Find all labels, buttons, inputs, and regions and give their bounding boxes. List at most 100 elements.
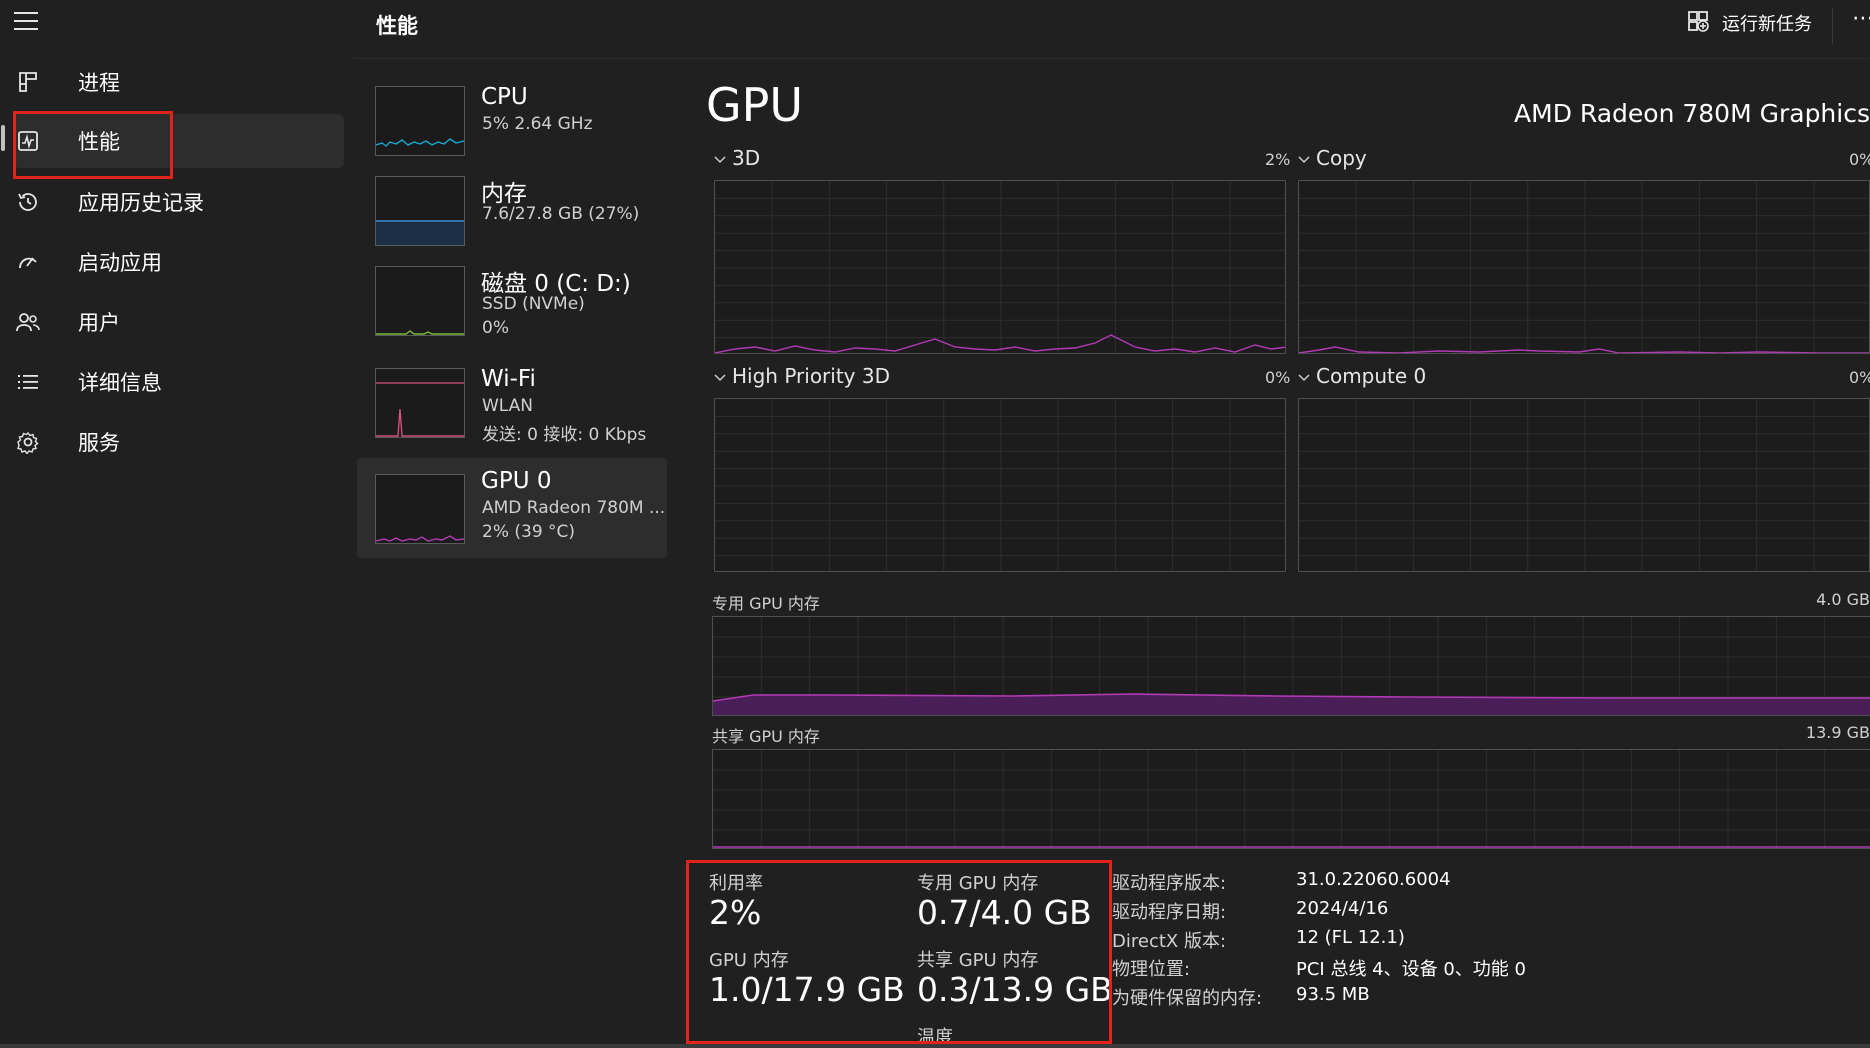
engine-selector-3d[interactable]: 3D [714, 146, 760, 170]
perf-item-detail: AMD Radeon 780M ... [482, 498, 666, 518]
disk-thumbnail-graph [375, 266, 465, 336]
engine-name: Compute 0 [1316, 364, 1427, 388]
hardware-reserved-memory-value: 93.5 MB [1296, 984, 1370, 1005]
gpu-heading: GPU [706, 78, 804, 132]
perf-item-detail: 2% (39 °C) [482, 522, 576, 542]
engine-graph-high-priority-3d [714, 398, 1286, 572]
cpu-thumbnail-graph [375, 86, 465, 156]
chevron-down-icon [1298, 146, 1310, 170]
engine-graph-copy-plot [1299, 181, 1869, 353]
nav-item-app-history[interactable]: 应用历史记录 [14, 175, 344, 229]
dedicated-memory-graph-label: 专用 GPU 内存 [712, 594, 820, 613]
engine-percent: 0% [1265, 368, 1291, 387]
run-new-task-button[interactable]: 运行新任务 [1686, 8, 1812, 38]
selected-indicator [1, 125, 5, 151]
nav-item-details[interactable]: 详细信息 [14, 355, 344, 409]
processes-icon [14, 68, 42, 96]
chevron-down-icon [714, 364, 726, 388]
startup-apps-icon [14, 248, 42, 276]
perf-item-detail: SSD (NVMe) [482, 294, 585, 314]
driver-date-key: 驱动程序日期: [1112, 902, 1227, 923]
engine-graph-copy [1298, 180, 1870, 354]
engine-percent: 2% [1265, 150, 1291, 169]
engine-selector-compute-0[interactable]: Compute 0 [1298, 364, 1426, 388]
perf-item-wifi[interactable]: Wi-Fi WLAN 发送: 0 接收: 0 Kbps [357, 358, 667, 458]
nav-item-label: 启动应用 [78, 251, 162, 275]
hamburger-menu-icon[interactable] [14, 8, 44, 34]
graph-gridlines [713, 750, 1870, 848]
shared-memory-graph-plot [713, 750, 1870, 848]
physical-location-key: 物理位置: [1112, 959, 1191, 980]
header-divider [353, 58, 1870, 59]
graph-gridlines [1299, 399, 1869, 571]
dedicated-memory-graph [712, 616, 1870, 716]
driver-date-value: 2024/4/16 [1296, 898, 1389, 919]
services-icon [14, 428, 42, 456]
perf-item-name: CPU [481, 84, 528, 110]
nav-item-processes[interactable]: 进程 [14, 55, 344, 109]
details-icon [14, 368, 42, 396]
app-history-icon [14, 188, 42, 216]
nav-item-users[interactable]: 用户 [14, 295, 344, 349]
perf-item-cpu[interactable]: CPU 5% 2.64 GHz [357, 76, 667, 176]
engine-graph-high-priority-3d-plot [715, 399, 1285, 571]
graph-gridlines [1299, 181, 1869, 353]
perf-item-detail: 5% 2.64 GHz [482, 114, 593, 134]
engine-graph-3d [714, 180, 1286, 354]
perf-item-name: Wi-Fi [481, 366, 536, 392]
physical-location-value: PCI 总线 4、设备 0、功能 0 [1296, 959, 1526, 980]
more-options-button[interactable]: ⋯ [1852, 6, 1870, 31]
header-separator [1832, 8, 1833, 44]
perf-item-detail: 发送: 0 接收: 0 Kbps [482, 425, 647, 445]
engine-graph-3d-plot [715, 181, 1285, 353]
nav-item-label: 服务 [78, 431, 120, 455]
navigation-pane: 进程 性能 应用历史记录 启动应用 用户 详细信息 服务 [0, 0, 353, 1048]
nav-item-label: 进程 [78, 71, 120, 95]
run-new-task-icon [1686, 9, 1710, 37]
driver-version-key: 驱动程序版本: [1112, 873, 1227, 894]
shared-memory-graph-label: 共享 GPU 内存 [712, 727, 820, 746]
perf-item-memory[interactable]: 内存 7.6/27.8 GB (27%) [357, 166, 667, 266]
nav-item-label: 详细信息 [78, 371, 162, 395]
performance-device-list: CPU 5% 2.64 GHz 内存 7.6/27.8 GB (27%) 磁盘 … [353, 60, 683, 1048]
perf-item-disk[interactable]: 磁盘 0 (C: D:) SSD (NVMe) 0% [357, 256, 667, 356]
directx-version-key: DirectX 版本: [1112, 931, 1227, 952]
nav-item-services[interactable]: 服务 [14, 415, 344, 469]
driver-version-value: 31.0.22060.6004 [1296, 869, 1451, 890]
engine-name: 3D [732, 146, 761, 170]
run-new-task-label: 运行新任务 [1722, 14, 1812, 35]
engine-percent: 0% [1849, 150, 1870, 169]
memory-thumbnail-graph [375, 176, 465, 246]
engine-graph-compute-0 [1298, 398, 1870, 572]
page-title: 性能 [376, 14, 418, 38]
engine-name: Copy [1316, 146, 1367, 170]
nav-item-startup-apps[interactable]: 启动应用 [14, 235, 344, 289]
engine-graph-compute-0-plot [1299, 399, 1869, 571]
gpu-thumbnail-graph [375, 474, 465, 544]
nav-item-label: 应用历史记录 [78, 191, 204, 215]
perf-item-name: GPU 0 [481, 468, 552, 494]
engine-name: High Priority 3D [732, 364, 890, 388]
shared-memory-graph [712, 749, 1870, 849]
perf-item-name: 内存 [481, 181, 527, 207]
highlight-box [686, 860, 1112, 1044]
engine-selector-copy[interactable]: Copy [1298, 146, 1367, 170]
nav-item-label: 用户 [78, 311, 120, 335]
users-icon [14, 308, 42, 336]
gpu-model-name: AMD Radeon 780M Graphics [1514, 99, 1870, 128]
perf-item-detail: 7.6/27.8 GB (27%) [482, 204, 640, 224]
chevron-down-icon [714, 146, 726, 170]
perf-item-detail: 0% [482, 318, 509, 338]
dedicated-memory-graph-plot [713, 617, 1870, 715]
window-bottom-edge [0, 1044, 1870, 1048]
chevron-down-icon [1298, 364, 1310, 388]
engine-percent: 0% [1849, 368, 1870, 387]
engine-selector-high-priority-3d[interactable]: High Priority 3D [714, 364, 890, 388]
graph-gridlines [715, 181, 1285, 353]
perf-item-gpu[interactable]: GPU 0 AMD Radeon 780M ... 2% (39 °C) [357, 458, 667, 558]
shared-memory-graph-max: 13.9 GB [1805, 723, 1870, 742]
hardware-reserved-memory-key: 为硬件保留的内存: [1112, 988, 1263, 1009]
dedicated-memory-graph-max: 4.0 GB [1816, 590, 1870, 609]
directx-version-value: 12 (FL 12.1) [1296, 927, 1405, 948]
highlight-box [13, 111, 173, 179]
